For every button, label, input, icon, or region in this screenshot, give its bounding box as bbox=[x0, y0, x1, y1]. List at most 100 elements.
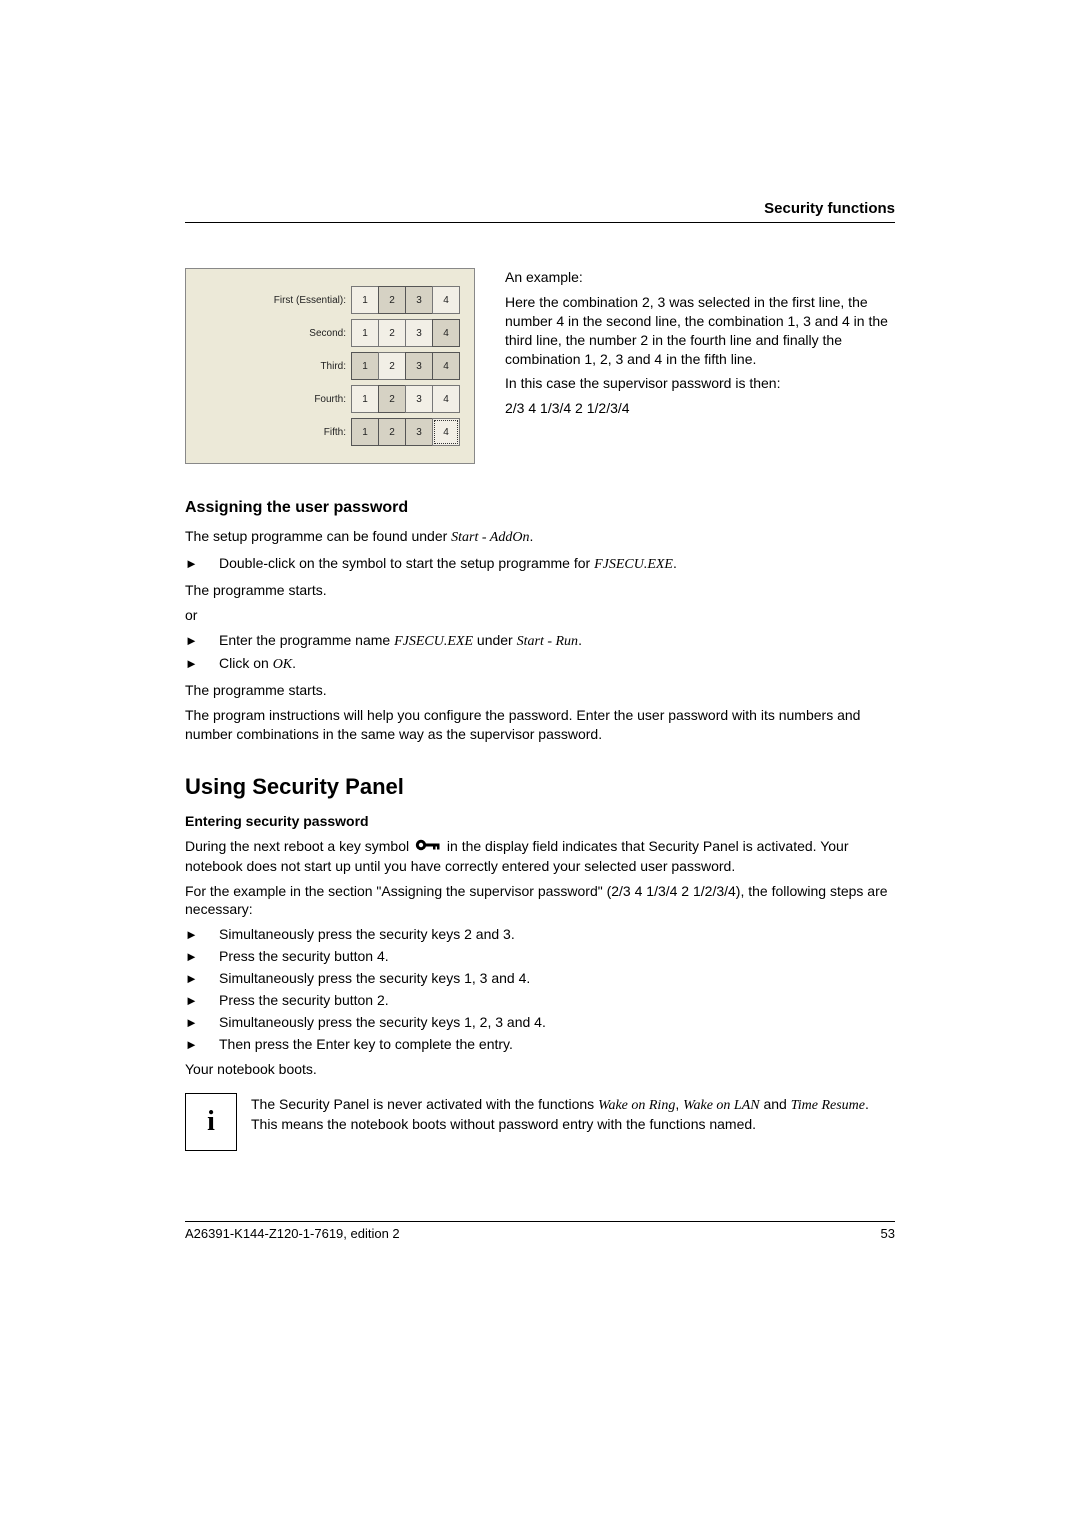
num-btn-2[interactable]: 2 bbox=[378, 385, 406, 413]
num-buttons: 1 2 3 4 bbox=[352, 418, 460, 446]
step-text: Simultaneously press the security keys 1… bbox=[219, 1013, 546, 1032]
num-btn-4[interactable]: 4 bbox=[432, 385, 460, 413]
document-page: Security functions First (Essential): 1 … bbox=[0, 0, 1080, 1341]
panel-row-fifth: Fifth: 1 2 3 4 bbox=[200, 418, 460, 446]
info-text: The Security Panel is never activated wi… bbox=[251, 1093, 895, 1135]
using-body: Entering security password During the ne… bbox=[185, 812, 895, 1151]
page-number: 53 bbox=[881, 1226, 895, 1241]
example-p2: In this case the supervisor password is … bbox=[505, 374, 895, 393]
header-rule: Security functions bbox=[185, 200, 895, 223]
list-item: ►Simultaneously press the security keys … bbox=[185, 1013, 895, 1032]
italic-text: OK bbox=[273, 657, 292, 672]
text: under bbox=[473, 632, 517, 648]
num-btn-4[interactable]: 4 bbox=[432, 418, 460, 446]
assign-p2: The programme starts. bbox=[185, 581, 895, 600]
num-btn-1[interactable]: 1 bbox=[351, 319, 379, 347]
arrow-icon: ► bbox=[185, 554, 219, 573]
list-text: Click on OK. bbox=[219, 654, 296, 675]
panel-label: Second: bbox=[309, 328, 346, 339]
step-text: Then press the Enter key to complete the… bbox=[219, 1035, 513, 1054]
panel-label: Fifth: bbox=[324, 427, 346, 438]
key-icon bbox=[415, 838, 441, 857]
text: Enter the programme name bbox=[219, 632, 394, 648]
num-btn-4[interactable]: 4 bbox=[432, 286, 460, 314]
text: The Security Panel is never activated wi… bbox=[251, 1096, 598, 1112]
info-box: i The Security Panel is never activated … bbox=[185, 1093, 895, 1151]
example-p3: 2/3 4 1/3/4 2 1/2/3/4 bbox=[505, 399, 895, 418]
num-btn-4[interactable]: 4 bbox=[432, 352, 460, 380]
panel-row-third: Third: 1 2 3 4 bbox=[200, 352, 460, 380]
assign-p3: The programme starts. bbox=[185, 681, 895, 700]
num-btn-4[interactable]: 4 bbox=[432, 319, 460, 347]
list-item: ►Then press the Enter key to complete th… bbox=[185, 1035, 895, 1054]
example-text: An example: Here the combination 2, 3 wa… bbox=[505, 268, 895, 464]
using-p3: Your notebook boots. bbox=[185, 1060, 895, 1079]
arrow-icon: ► bbox=[185, 1035, 219, 1054]
num-btn-3[interactable]: 3 bbox=[405, 319, 433, 347]
italic-text: FJSECU.EXE bbox=[594, 557, 673, 572]
num-btn-3[interactable]: 3 bbox=[405, 385, 433, 413]
bullet-list: ► Double-click on the symbol to start th… bbox=[185, 554, 895, 575]
italic-text: Start - AddOn bbox=[451, 530, 529, 545]
list-item: ► Enter the programme name FJSECU.EXE un… bbox=[185, 631, 895, 652]
text: The setup programme can be found under bbox=[185, 528, 451, 544]
footer: A26391-K144-Z120-1-7619, edition 2 53 bbox=[185, 1221, 895, 1241]
num-buttons: 1 2 3 4 bbox=[352, 385, 460, 413]
steps-list: ►Simultaneously press the security keys … bbox=[185, 925, 895, 1053]
step-text: Press the security button 4. bbox=[219, 947, 389, 966]
text: Double-click on the symbol to start the … bbox=[219, 555, 594, 571]
list-item: ► Double-click on the symbol to start th… bbox=[185, 554, 895, 575]
list-item: ►Simultaneously press the security keys … bbox=[185, 969, 895, 988]
num-btn-1[interactable]: 1 bbox=[351, 418, 379, 446]
list-item: ►Press the security button 4. bbox=[185, 947, 895, 966]
arrow-icon: ► bbox=[185, 631, 219, 650]
text: , bbox=[675, 1096, 683, 1112]
panel-row-fourth: Fourth: 1 2 3 4 bbox=[200, 385, 460, 413]
arrow-icon: ► bbox=[185, 654, 219, 673]
num-btn-3[interactable]: 3 bbox=[405, 352, 433, 380]
num-btn-2[interactable]: 2 bbox=[378, 352, 406, 380]
italic-text: Wake on Ring bbox=[598, 1098, 675, 1113]
text: . bbox=[578, 632, 582, 648]
text: During the next reboot a key symbol bbox=[185, 838, 413, 854]
italic-text: FJSECU.EXE bbox=[394, 634, 473, 649]
num-buttons: 1 2 3 4 bbox=[352, 319, 460, 347]
using-sub: Entering security password bbox=[185, 812, 895, 831]
example-p1: Here the combination 2, 3 was selected i… bbox=[505, 293, 895, 369]
num-buttons: 1 2 3 4 bbox=[352, 286, 460, 314]
panel-row-second: Second: 1 2 3 4 bbox=[200, 319, 460, 347]
step-text: Simultaneously press the security keys 1… bbox=[219, 969, 530, 988]
example-heading: An example: bbox=[505, 268, 895, 287]
list-text: Enter the programme name FJSECU.EXE unde… bbox=[219, 631, 582, 652]
num-btn-1[interactable]: 1 bbox=[351, 352, 379, 380]
panel-row-first: First (Essential): 1 2 3 4 bbox=[200, 286, 460, 314]
list-item: ►Press the security button 2. bbox=[185, 991, 895, 1010]
num-btn-2[interactable]: 2 bbox=[378, 319, 406, 347]
page-header-title: Security functions bbox=[185, 200, 895, 222]
num-btn-3[interactable]: 3 bbox=[405, 286, 433, 314]
assign-body: The setup programme can be found under S… bbox=[185, 527, 895, 744]
info-icon: i bbox=[185, 1093, 237, 1151]
text: . bbox=[529, 528, 533, 544]
num-btn-2[interactable]: 2 bbox=[378, 286, 406, 314]
panel-label: First (Essential): bbox=[274, 295, 346, 306]
num-btn-3[interactable]: 3 bbox=[405, 418, 433, 446]
using-p2: For the example in the section "Assignin… bbox=[185, 882, 895, 920]
list-item: ► Click on OK. bbox=[185, 654, 895, 675]
num-btn-1[interactable]: 1 bbox=[351, 286, 379, 314]
bullet-list: ► Enter the programme name FJSECU.EXE un… bbox=[185, 631, 895, 676]
num-btn-2[interactable]: 2 bbox=[378, 418, 406, 446]
assign-heading: Assigning the user password bbox=[185, 499, 895, 517]
using-heading: Using Security Panel bbox=[185, 774, 895, 800]
list-text: Double-click on the symbol to start the … bbox=[219, 554, 677, 575]
num-btn-1[interactable]: 1 bbox=[351, 385, 379, 413]
panel-label: Third: bbox=[320, 361, 346, 372]
num-buttons: 1 2 3 4 bbox=[352, 352, 460, 380]
footer-left: A26391-K144-Z120-1-7619, edition 2 bbox=[185, 1226, 400, 1241]
italic-text: Start - Run bbox=[517, 634, 578, 649]
security-panel-screenshot: First (Essential): 1 2 3 4 Second: 1 2 3… bbox=[185, 268, 475, 464]
italic-text: Wake on LAN bbox=[683, 1098, 759, 1113]
step-text: Press the security button 2. bbox=[219, 991, 389, 1010]
top-columns: First (Essential): 1 2 3 4 Second: 1 2 3… bbox=[185, 268, 895, 464]
step-text: Simultaneously press the security keys 2… bbox=[219, 925, 515, 944]
